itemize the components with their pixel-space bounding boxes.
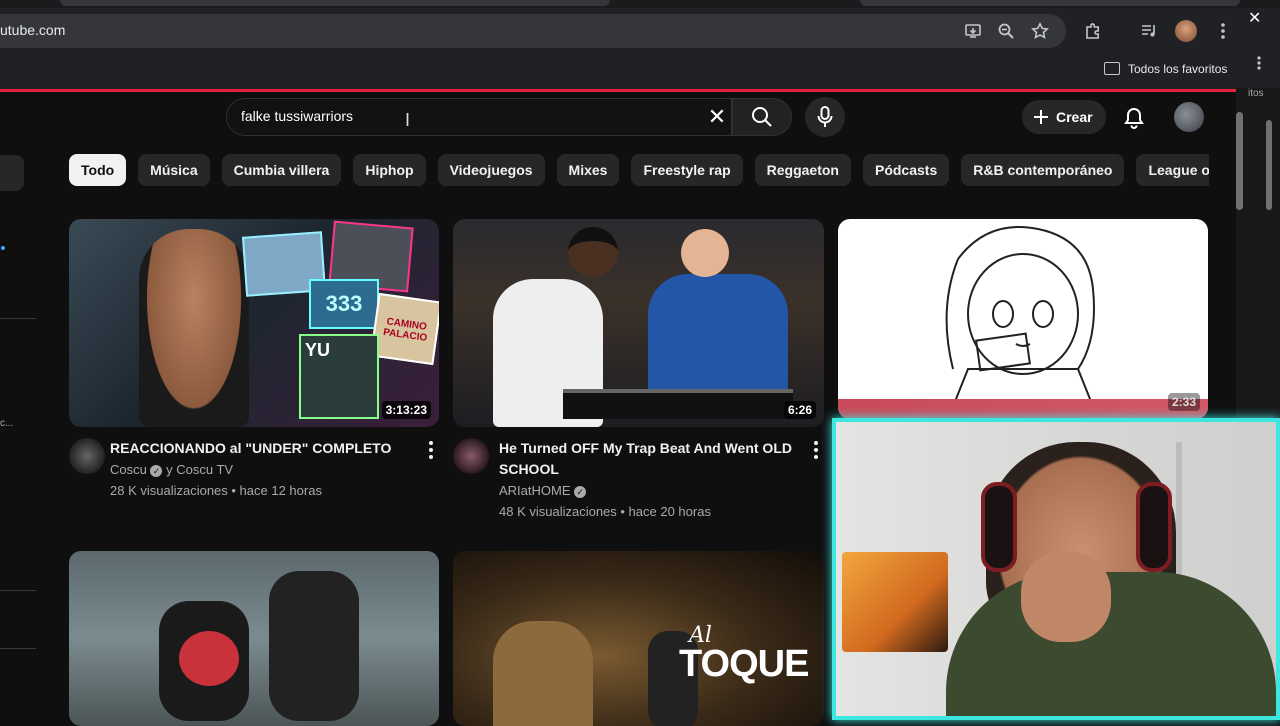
tab[interactable] xyxy=(60,0,610,6)
profile-avatar-icon[interactable] xyxy=(1173,18,1199,44)
create-button[interactable]: Crear xyxy=(1022,100,1106,134)
thumbnail-keyboard xyxy=(563,389,793,419)
thumbnail-person xyxy=(648,274,788,404)
video-meta: 48 K visualizaciones • hace 20 horas xyxy=(499,504,711,519)
voice-search-button[interactable] xyxy=(805,97,845,137)
chip-mixes[interactable]: Mixes xyxy=(556,154,620,186)
webcam-overlay xyxy=(832,418,1280,720)
media-control-icon[interactable] xyxy=(1136,18,1162,44)
chip-musica[interactable]: Música xyxy=(138,154,210,186)
sidebar-divider xyxy=(0,648,36,649)
clipped-text: itos xyxy=(1248,88,1264,99)
bookmark-star-icon[interactable] xyxy=(1027,18,1053,44)
notifications-bell-icon[interactable] xyxy=(1120,104,1148,132)
plus-icon xyxy=(1034,110,1048,124)
anime-sketch-illustration xyxy=(945,226,1099,419)
folder-icon xyxy=(1104,62,1120,75)
video-thumbnail[interactable]: 2:33 xyxy=(838,219,1208,419)
sidebar-item[interactable] xyxy=(0,155,24,191)
thumbnail-text: 333 xyxy=(309,279,379,329)
chip-rnb[interactable]: R&B contemporáneo xyxy=(961,154,1125,186)
webcam-wall-detail xyxy=(1176,442,1182,582)
scrollbar-thumb[interactable] xyxy=(1266,120,1272,210)
verified-icon: ✓ xyxy=(574,485,587,498)
live-indicator-icon xyxy=(1,246,5,250)
video-thumbnail[interactable]: 6:26 xyxy=(453,219,824,427)
video-title-line[interactable]: He Turned OFF My Trap Beat And Went OLD xyxy=(499,438,799,459)
thumbnail-person xyxy=(269,571,359,721)
scrollbar-thumb[interactable] xyxy=(1236,112,1243,210)
search-icon xyxy=(752,107,772,127)
create-label: Crear xyxy=(1056,109,1093,125)
chip-podcasts[interactable]: Pódcasts xyxy=(862,154,950,186)
address-bar[interactable] xyxy=(0,14,1066,48)
text-cursor-icon: I xyxy=(405,110,411,130)
video-thumbnail[interactable]: 333 CAMINO PALACIO YU 3:13:23 xyxy=(69,219,439,427)
sidebar-item-label[interactable]: c... xyxy=(0,418,13,429)
thumbnail-text: YU xyxy=(299,334,379,419)
chip-freestyle-rap[interactable]: Freestyle rap xyxy=(631,154,743,186)
sidebar-divider xyxy=(0,318,36,319)
tab-strip xyxy=(0,0,1280,8)
thumbnail-person-head xyxy=(681,229,729,277)
install-app-icon[interactable] xyxy=(960,18,986,44)
more-actions-icon[interactable] xyxy=(421,438,441,462)
thumbnail-person xyxy=(493,621,593,726)
channel-suffix[interactable]: y Coscu TV xyxy=(166,462,233,477)
video-duration: 3:13:23 xyxy=(381,401,431,419)
video-meta: 28 K visualizaciones • hace 12 horas xyxy=(110,483,322,498)
chip-videojuegos[interactable]: Videojuegos xyxy=(437,154,545,186)
more-actions-icon[interactable] xyxy=(806,438,826,462)
mic-icon xyxy=(817,106,833,127)
headphone-left-icon xyxy=(981,482,1017,572)
accent-line xyxy=(0,89,1236,92)
close-window-icon[interactable]: ✕ xyxy=(1248,8,1261,28)
chip-hiphop[interactable]: Hiphop xyxy=(353,154,426,186)
person-hand xyxy=(1021,552,1111,642)
person-shirt xyxy=(946,572,1276,716)
chip-cumbia-villera[interactable]: Cumbia villera xyxy=(221,154,342,186)
verified-icon: ✓ xyxy=(150,464,163,477)
channel-avatar[interactable] xyxy=(453,438,489,474)
bookmarks-bar xyxy=(0,52,1280,88)
thumbnail-person xyxy=(139,229,249,427)
video-title[interactable]: He Turned OFF My Trap Beat And Went OLD … xyxy=(499,438,799,480)
video-title-line[interactable]: SCHOOL xyxy=(499,459,799,480)
extensions-icon[interactable] xyxy=(1080,18,1106,44)
headphone-right-icon xyxy=(1136,482,1172,572)
video-title[interactable]: REACCIONANDO al "UNDER" COMPLETO xyxy=(110,438,410,459)
chip-reggaeton[interactable]: Reggaeton xyxy=(754,154,851,186)
all-bookmarks-folder[interactable]: Todos los favoritos xyxy=(1128,62,1227,76)
url-text[interactable]: utube.com xyxy=(0,22,65,38)
thumbnail-person-head xyxy=(568,227,618,277)
account-avatar[interactable] xyxy=(1174,102,1204,132)
chip-todo[interactable]: Todo xyxy=(69,154,127,186)
thumbnail-text: TOQUE xyxy=(679,643,809,685)
channel-avatar[interactable] xyxy=(69,438,105,474)
tab[interactable] xyxy=(860,0,1240,6)
sidebar-divider xyxy=(0,590,36,591)
video-thumbnail[interactable]: Al TOQUE xyxy=(453,551,824,726)
video-duration: 6:26 xyxy=(783,401,816,419)
channel-name[interactable]: Coscu ✓ y Coscu TV xyxy=(110,460,233,480)
channel-name-text[interactable]: Coscu xyxy=(110,462,147,477)
thumbnail-text: CAMINO PALACIO xyxy=(369,292,439,366)
video-thumbnail[interactable] xyxy=(69,551,439,726)
search-button[interactable] xyxy=(732,98,792,136)
thumbnail-band xyxy=(838,399,1208,419)
filter-chips-bar: Todo Música Cumbia villera Hiphop Videoj… xyxy=(69,154,1209,186)
search-query[interactable]: falke tussiwarriors xyxy=(241,108,353,124)
thumbnail-hair xyxy=(179,631,239,686)
clear-search-icon[interactable]: ✕ xyxy=(704,104,730,130)
bookmarks-menu-icon[interactable] xyxy=(1246,50,1272,76)
chip-league-of-legends[interactable]: League of Legends xyxy=(1136,154,1209,186)
zoom-icon[interactable] xyxy=(993,18,1019,44)
channel-name[interactable]: ARIatHOME ✓ xyxy=(499,481,587,501)
channel-name-text[interactable]: ARIatHOME xyxy=(499,483,571,498)
tiger-painting xyxy=(842,552,948,652)
video-duration: 2:33 xyxy=(1167,393,1200,411)
chrome-menu-icon[interactable] xyxy=(1210,18,1236,44)
